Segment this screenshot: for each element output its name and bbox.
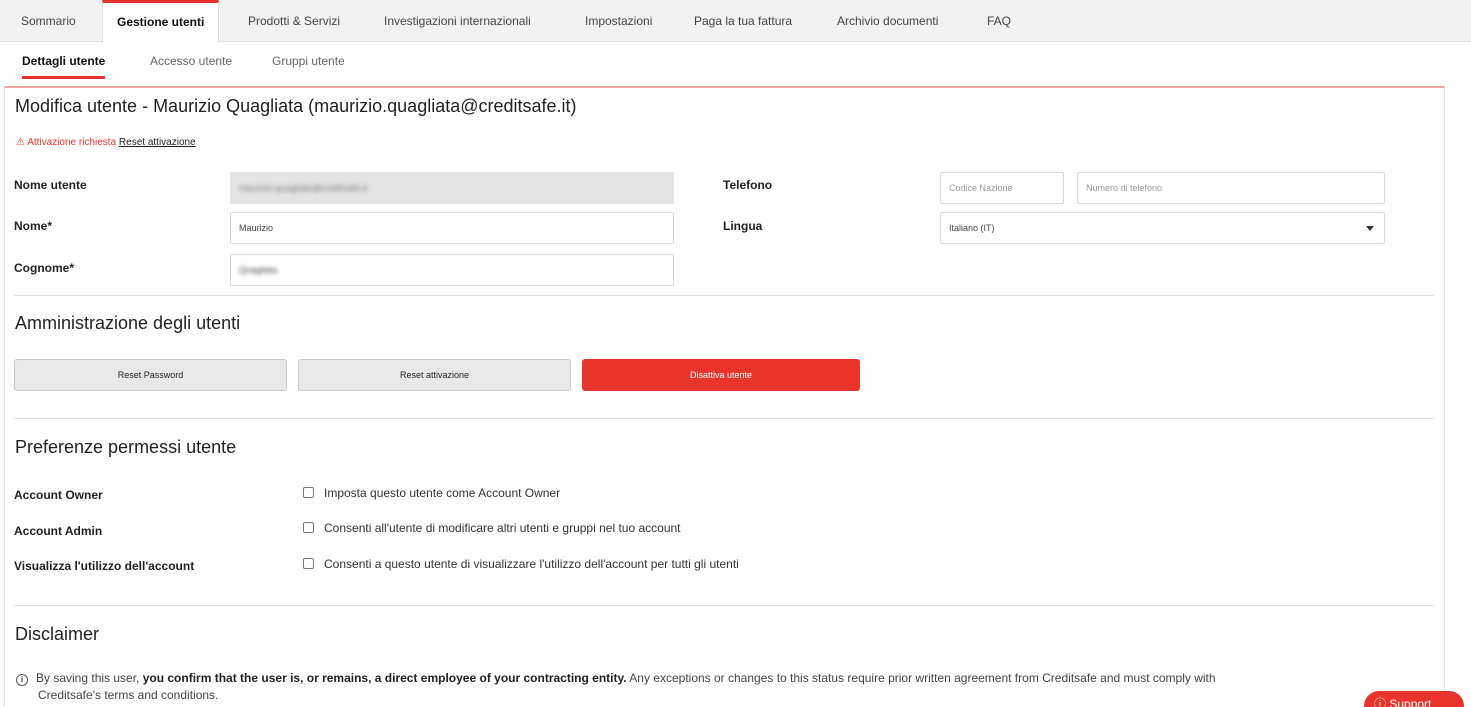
subtab-gruppi-utente[interactable]: Gruppi utente: [272, 54, 345, 68]
tab-sommario[interactable]: Sommario: [21, 0, 76, 42]
tab-prodotti-servizi[interactable]: Prodotti & Servizi: [248, 0, 340, 42]
phone-country-field[interactable]: Codice Nazione: [940, 172, 1064, 204]
tab-impostazioni[interactable]: Impostazioni: [585, 0, 652, 42]
disclaimer-text-bold: you confirm that the user is, or remains…: [142, 671, 627, 685]
firstname-label: Nome*: [14, 219, 53, 233]
lastname-field[interactable]: Quagliata: [230, 254, 674, 286]
username-value: maurizio.quagliata@creditsafe.it: [239, 183, 368, 193]
admin-heading: Amministrazione degli utenti: [15, 313, 241, 333]
divider: [14, 605, 1434, 606]
tab-faq[interactable]: FAQ: [987, 0, 1011, 42]
account-owner-text: Imposta questo utente come Account Owner: [324, 486, 561, 500]
tab-gestione-utenti[interactable]: Gestione utenti: [102, 0, 220, 43]
username-field: maurizio.quagliata@creditsafe.it: [230, 172, 674, 204]
view-usage-text: Consenti a questo utente di visualizzare…: [324, 557, 739, 571]
reset-activation-link[interactable]: Reset attivazione: [119, 137, 196, 148]
phone-number-field[interactable]: Numero di telefono: [1077, 172, 1385, 204]
sub-nav: Dettagli utente Accesso utente Gruppi ut…: [0, 42, 1471, 86]
view-usage-option[interactable]: Consenti a questo utente di visualizzare…: [303, 557, 739, 571]
account-admin-text: Consenti all'utente di modificare altri …: [324, 521, 681, 535]
chevron-down-icon: [1366, 226, 1374, 231]
disclaimer-heading: Disclaimer: [15, 624, 100, 644]
disclaimer-text: i By saving this user, you confirm that t…: [16, 670, 1426, 704]
lastname-label: Cognome*: [14, 261, 74, 275]
top-nav: Sommario Gestione utenti Prodotti & Serv…: [0, 0, 1471, 43]
account-owner-label: Account Owner: [14, 488, 103, 502]
activation-warning-text: Attivazione richiesta: [27, 137, 117, 148]
permissions-heading: Preferenze permessi utente: [15, 437, 237, 457]
warning-triangle-icon: ⚠: [16, 137, 25, 148]
page-title: Modifica utente - Maurizio Quagliata (ma…: [15, 96, 577, 116]
subtab-accesso-utente[interactable]: Accesso utente: [150, 54, 232, 68]
divider: [14, 295, 1434, 296]
info-icon: i: [16, 674, 28, 686]
account-admin-label: Account Admin: [14, 524, 103, 538]
activation-warning: ⚠ Attivazione richiesta Reset attivazion…: [16, 137, 196, 148]
divider: [14, 418, 1434, 419]
phone-label: Telefono: [723, 178, 773, 192]
subtab-dettagli-utente[interactable]: Dettagli utente: [22, 54, 106, 79]
support-button[interactable]: ⓘ Support: [1364, 691, 1464, 707]
account-admin-checkbox[interactable]: [303, 522, 314, 533]
help-circle-icon: ⓘ: [1374, 697, 1387, 707]
language-value: Italiano (IT): [949, 223, 995, 233]
disclaimer-text-pre: By saving this user,: [36, 671, 143, 685]
lastname-value: Quagliata: [239, 265, 278, 275]
language-select[interactable]: Italiano (IT): [940, 212, 1385, 244]
disclaimer-line-2: Creditsafe's terms and conditions.: [38, 688, 219, 702]
account-owner-checkbox[interactable]: [303, 487, 314, 498]
tab-paga-fattura[interactable]: Paga la tua fattura: [694, 0, 792, 42]
firstname-field[interactable]: Maurizio: [230, 212, 674, 244]
account-admin-option[interactable]: Consenti all'utente di modificare altri …: [303, 521, 681, 535]
tab-archivio-documenti[interactable]: Archivio documenti: [837, 0, 938, 42]
phone-country-placeholder: Codice Nazione: [949, 183, 1013, 193]
username-label: Nome utente: [14, 178, 87, 192]
view-usage-checkbox[interactable]: [303, 558, 314, 569]
reset-activation-button[interactable]: Reset attivazione: [298, 359, 571, 391]
deactivate-user-button[interactable]: Disattiva utente: [582, 359, 860, 391]
account-owner-option[interactable]: Imposta questo utente come Account Owner: [303, 486, 560, 500]
tab-investigazioni-internazionali[interactable]: Investigazioni internazionali: [384, 0, 531, 42]
support-label: Support: [1389, 697, 1432, 707]
language-label: Lingua: [723, 219, 763, 233]
view-usage-label: Visualizza l'utilizzo dell'account: [14, 559, 195, 573]
reset-password-button[interactable]: Reset Password: [14, 359, 287, 391]
firstname-value: Maurizio: [239, 223, 274, 233]
disclaimer-text-post: Any exceptions or changes to this status…: [626, 671, 1216, 685]
phone-number-placeholder: Numero di telefono: [1086, 183, 1163, 193]
disclaimer-line-1: i By saving this user, you confirm that t…: [16, 670, 1426, 687]
